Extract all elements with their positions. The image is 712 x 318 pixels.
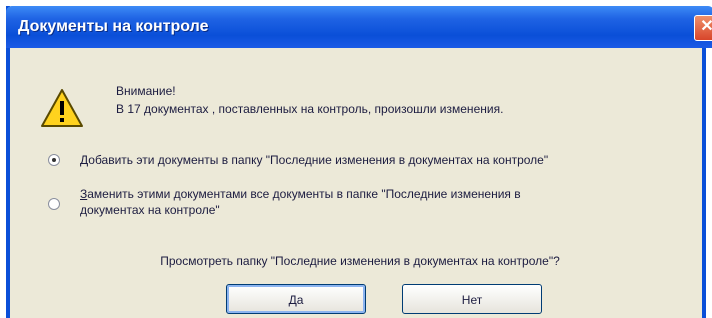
option-replace-label-line2: документах на контроле" <box>80 203 220 217</box>
yes-button-label: Да <box>288 293 304 307</box>
question-text: Просмотреть папку "Последние изменения в… <box>160 254 560 268</box>
warning-icon <box>41 89 83 127</box>
radio-add-documents[interactable] <box>48 154 60 166</box>
option-replace-label-line1: Заменить этими документами все документы… <box>80 187 521 201</box>
window-title: Документы на контроле <box>18 18 209 35</box>
message-text: Внимание! В 17 документах , поставленных… <box>116 82 503 118</box>
close-icon[interactable]: ✕ <box>694 15 712 41</box>
option-replace-label: Заменить этими документами все документы… <box>80 186 521 218</box>
dialog-window: Документы на контроле ✕ Внимание! В 17 д… <box>6 6 712 318</box>
title-bar[interactable]: Документы на контроле ✕ <box>6 6 712 48</box>
option-add-label: Добавить эти документы в папку "Последни… <box>80 153 549 167</box>
message-body: В 17 документах , поставленных на контро… <box>116 102 504 116</box>
radio-replace-documents[interactable] <box>48 198 60 210</box>
no-button[interactable]: Нет <box>402 284 542 314</box>
no-button-label: Нет <box>461 293 483 307</box>
message-heading: Внимание! <box>116 84 176 98</box>
yes-button[interactable]: Да <box>226 284 366 314</box>
